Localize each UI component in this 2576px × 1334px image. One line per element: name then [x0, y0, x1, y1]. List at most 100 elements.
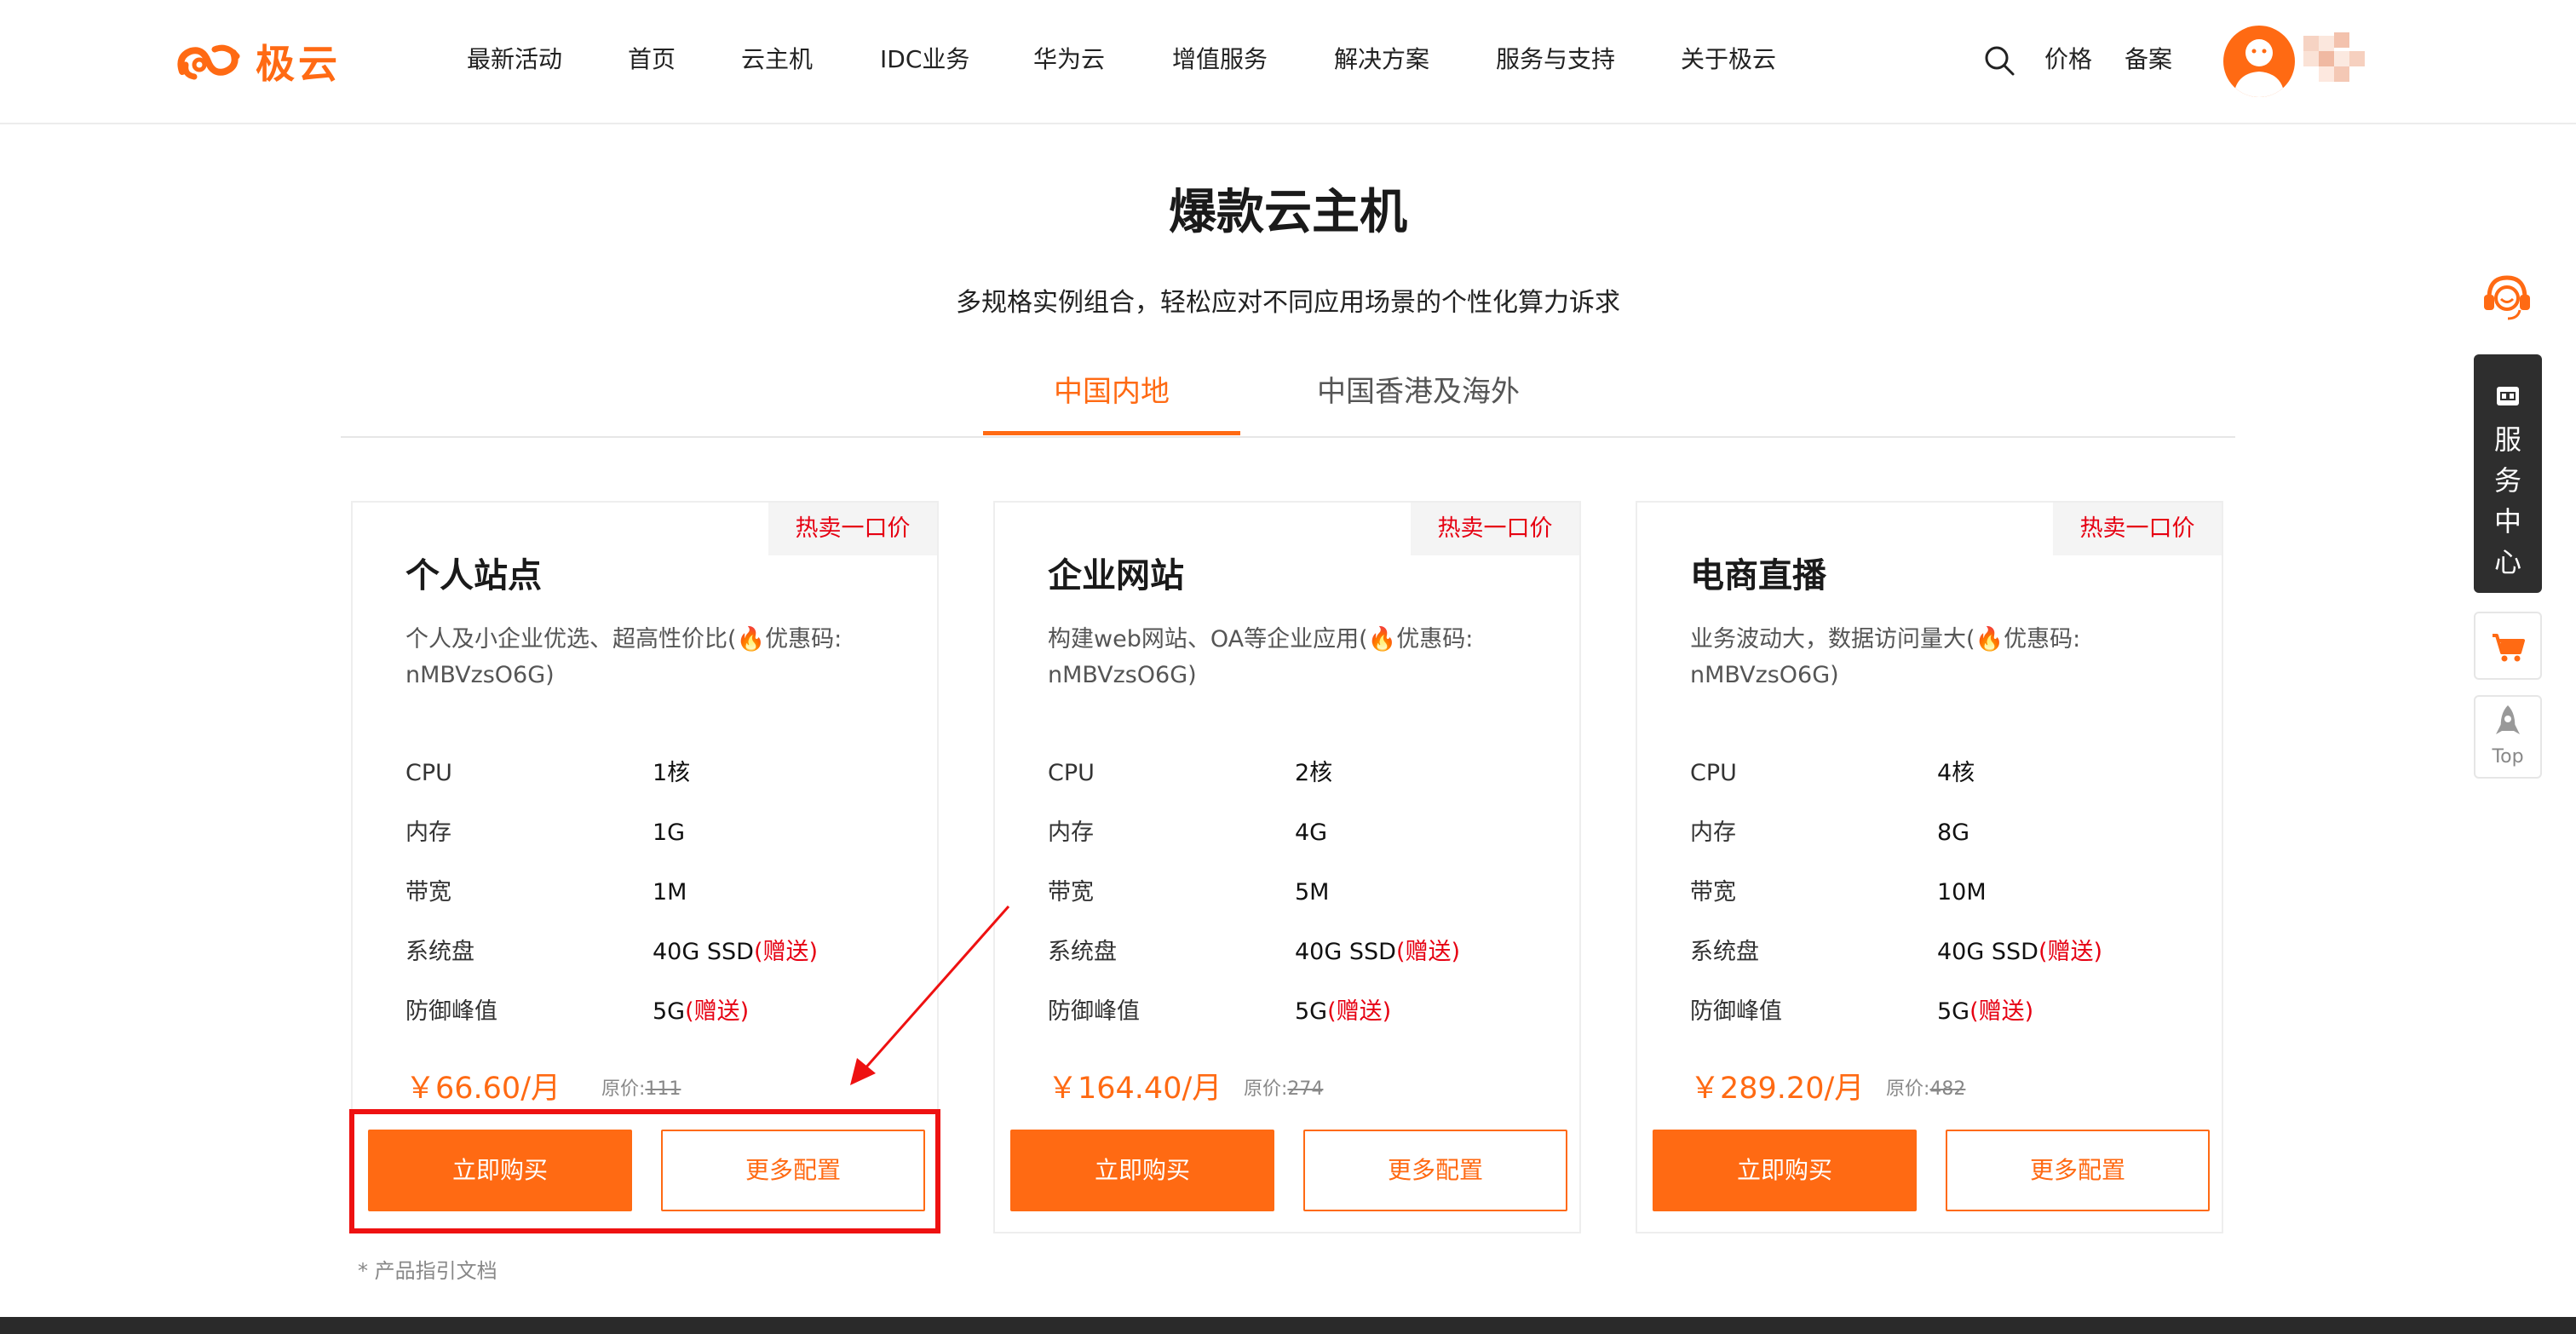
spec-label-system-disk: 系统盘	[405, 939, 474, 965]
spec-value-ddos-peak: 5G(赠送)	[653, 998, 750, 1025]
coupon-label: 优惠码:	[2004, 626, 2081, 653]
card-title: 企业网站	[1048, 556, 1184, 595]
nav-item-home[interactable]: 首页	[628, 41, 676, 78]
coupon-code: nMBVzsO6G)	[1048, 662, 1197, 688]
buy-now-button[interactable]: 立即购买	[1653, 1130, 1917, 1211]
filing-link[interactable]: 备案	[2125, 41, 2172, 78]
spec-value-ddos-peak: 5G(赠送)	[1937, 998, 2034, 1025]
page-subtitle: 多规格实例组合，轻松应对不同应用场景的个性化算力诉求	[956, 288, 1620, 318]
annotation-highlight-box	[349, 1109, 940, 1233]
price: ￥289.20/月	[1690, 1072, 1865, 1106]
spec-value-system-disk: 40G SSD(赠送)	[653, 939, 819, 965]
spec-label-cpu: CPU	[405, 760, 452, 786]
spec-value-memory: 8G	[1937, 819, 1970, 846]
nav-item-value-added[interactable]: 增值服务	[1172, 41, 1268, 78]
spec-value-bandwidth: 1M	[653, 879, 687, 906]
product-guide-link[interactable]: * 产品指引文档	[358, 1256, 497, 1286]
spec-label-system-disk: 系统盘	[1048, 939, 1117, 965]
support-agent-icon[interactable]	[2481, 271, 2533, 324]
spec-label-system-disk: 系统盘	[1690, 939, 1759, 965]
cart-icon	[2493, 634, 2525, 662]
price: ￥66.60/月	[405, 1072, 561, 1106]
service-center-label: 服 务 中 心	[2493, 423, 2521, 578]
nav-item-cloud-host[interactable]: 云主机	[741, 41, 813, 78]
spec-value-memory: 1G	[653, 819, 686, 846]
spec-value-system-disk: 40G SSD(赠送)	[1295, 939, 1461, 965]
spec-label-bandwidth: 带宽	[405, 879, 451, 906]
avatar[interactable]	[2223, 26, 2295, 97]
nav-item-support[interactable]: 服务与支持	[1496, 41, 1615, 78]
nav-item-solutions[interactable]: 解决方案	[1334, 41, 1429, 78]
nav-item-huawei-cloud[interactable]: 华为云	[1033, 41, 1105, 78]
top-header: 极云 最新活动 首页 云主机 IDC业务 华为云 增值服务 解决方案 服务与支持…	[0, 0, 2576, 124]
original-price: 原价:274	[1244, 1078, 1324, 1100]
spec-label-ddos-peak: 防御峰值	[1048, 998, 1140, 1025]
coupon-label: 优惠码:	[1396, 626, 1474, 653]
price: ￥164.40/月	[1048, 1072, 1222, 1106]
rocket-icon	[2496, 705, 2520, 734]
fire-icon: 🔥	[736, 626, 766, 653]
spec-value-ddos-peak: 5G(赠送)	[1295, 998, 1392, 1025]
service-center-button[interactable]: 服 务 中 心	[2474, 354, 2542, 593]
page-title: 爆款云主机	[1169, 185, 1407, 240]
card-title: 电商直播	[1690, 556, 1826, 595]
tabs-divider	[341, 436, 2235, 438]
spec-value-cpu: 4核	[1937, 760, 1975, 786]
spec-value-cpu: 1核	[653, 760, 691, 786]
spec-value-system-disk: 40G SSD(赠送)	[1937, 939, 2103, 965]
hot-price-badge: 热卖一口价	[1411, 503, 1579, 555]
nav-item-idc[interactable]: IDC业务	[880, 41, 969, 78]
spec-value-bandwidth: 10M	[1937, 879, 1987, 906]
tab-mainland-china[interactable]: 中国内地	[983, 370, 1240, 414]
hot-price-badge: 热卖一口价	[2053, 503, 2222, 555]
spec-label-bandwidth: 带宽	[1690, 879, 1736, 906]
product-card-ecommerce-live: 热卖一口价 电商直播 业务波动大，数据访问量大(🔥优惠码: nMBVzsO6G)…	[1636, 501, 2223, 1233]
logo-icon	[177, 44, 240, 80]
desc-text: 个人及小企业优选、超高性价比(	[405, 626, 737, 653]
fire-icon: 🔥	[1367, 626, 1397, 653]
back-to-top-button[interactable]: Top	[2474, 695, 2542, 779]
spec-label-ddos-peak: 防御峰值	[405, 998, 497, 1025]
desc-text: 业务波动大，数据访问量大(	[1690, 626, 1975, 653]
spec-value-cpu: 2核	[1295, 760, 1333, 786]
cart-button[interactable]	[2474, 612, 2542, 680]
more-config-button[interactable]: 更多配置	[1303, 1130, 1567, 1211]
kiosk-icon	[2497, 387, 2519, 405]
annotation-arrow	[850, 906, 1010, 1085]
active-tab-indicator	[983, 431, 1240, 435]
price-link[interactable]: 价格	[2044, 41, 2092, 78]
tab-hongkong-overseas[interactable]: 中国香港及海外	[1278, 370, 1559, 414]
avatar-icon	[2234, 39, 2285, 97]
bottom-edge-bar	[0, 1317, 2576, 1334]
nav-item-about[interactable]: 关于极云	[1681, 41, 1776, 78]
nav-item-latest-activities[interactable]: 最新活动	[467, 41, 562, 78]
buy-now-button[interactable]: 立即购买	[1010, 1130, 1274, 1211]
spec-label-cpu: CPU	[1048, 760, 1095, 786]
spec-value-bandwidth: 5M	[1295, 879, 1330, 906]
spec-label-memory: 内存	[1048, 819, 1094, 846]
spec-label-ddos-peak: 防御峰值	[1690, 998, 1782, 1025]
hot-price-badge: 热卖一口价	[768, 503, 937, 555]
coupon-label: 优惠码:	[765, 626, 842, 653]
card-description: 个人及小企业优选、超高性价比(🔥优惠码: nMBVzsO6G)	[405, 622, 883, 693]
fire-icon: 🔥	[1975, 626, 2004, 653]
spec-label-bandwidth: 带宽	[1048, 879, 1094, 906]
spec-label-memory: 内存	[1690, 819, 1736, 846]
coupon-code: nMBVzsO6G)	[1690, 662, 1839, 688]
coupon-code: nMBVzsO6G)	[405, 662, 555, 688]
logo[interactable]: 极云	[174, 32, 341, 90]
back-to-top-label: Top	[2492, 746, 2524, 768]
spec-value-memory: 4G	[1295, 819, 1328, 846]
card-description: 构建web网站、OA等企业应用(🔥优惠码: nMBVzsO6G)	[1048, 622, 1525, 693]
card-description: 业务波动大，数据访问量大(🔥优惠码: nMBVzsO6G)	[1690, 622, 2167, 693]
username-blurred	[2303, 32, 2365, 82]
spec-label-memory: 内存	[405, 819, 451, 846]
original-price: 原价:111	[601, 1078, 681, 1100]
more-config-button[interactable]: 更多配置	[1946, 1130, 2210, 1211]
product-card-enterprise-site: 热卖一口价 企业网站 构建web网站、OA等企业应用(🔥优惠码: nMBVzsO…	[993, 501, 1581, 1233]
spec-label-cpu: CPU	[1690, 760, 1737, 786]
card-title: 个人站点	[405, 556, 542, 595]
original-price: 原价:482	[1886, 1078, 1966, 1100]
desc-text: 构建web网站、OA等企业应用(	[1048, 626, 1368, 653]
search-icon[interactable]	[1981, 43, 2017, 78]
